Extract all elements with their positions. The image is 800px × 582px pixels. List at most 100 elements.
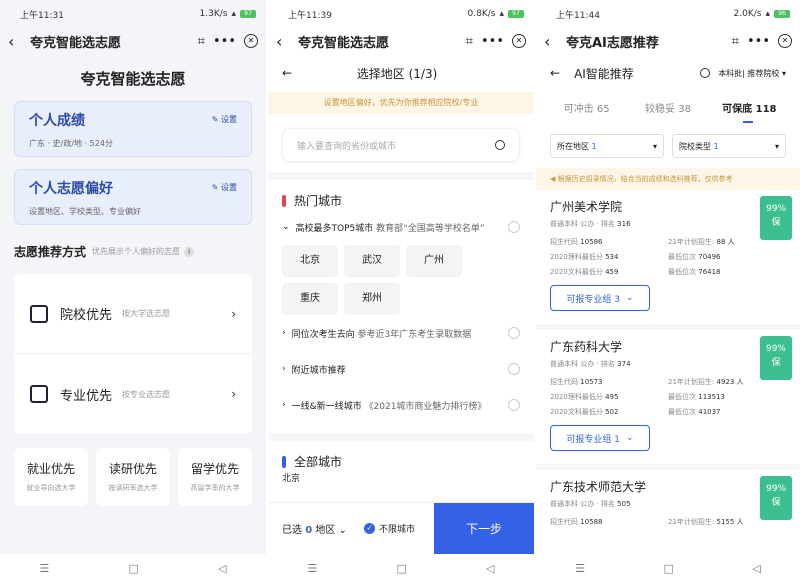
caret-down-icon: ▾ bbox=[652, 141, 657, 151]
app-title: 夸克AI志愿推荐 bbox=[566, 35, 659, 51]
chevron-right-icon: › bbox=[231, 387, 236, 401]
more-icon[interactable]: ••• bbox=[213, 34, 236, 49]
system-navbar: ☰ □ ◁ bbox=[0, 554, 266, 582]
search-input[interactable]: 输入要查询的省份或城市 bbox=[282, 128, 520, 162]
preference-card[interactable]: 个人志愿偏好 设置地区、学校类型、专业偏好 ✎ 设置 bbox=[14, 169, 252, 225]
unlimited-checkbox[interactable]: ✓ 不限城市 bbox=[364, 522, 434, 535]
major-group-button[interactable]: 可报专业组 1 ⌄ bbox=[550, 425, 650, 451]
city-chip[interactable]: 重庆 bbox=[282, 283, 338, 315]
school-type-filter[interactable]: 院校类型 1 ▾ bbox=[672, 134, 786, 158]
battery-icon: 97 bbox=[240, 10, 256, 18]
page-title: 选择地区 (1/3) bbox=[356, 66, 438, 81]
preference-set-button[interactable]: ✎ 设置 bbox=[212, 182, 237, 193]
close-icon[interactable]: ✕ bbox=[778, 34, 792, 48]
chevron-down-icon: ⌄ bbox=[626, 293, 634, 303]
search-icon[interactable] bbox=[700, 68, 711, 78]
back-nav-icon[interactable]: ◁ bbox=[486, 562, 494, 575]
score-set-button[interactable]: ✎ 设置 bbox=[212, 114, 237, 125]
notice-banner: ◀ 根据历史招录情况，结合当前成绩和选科推荐，仅供参考 bbox=[536, 168, 800, 190]
notice-banner: 设置地区偏好，优先为你推荐相应院校/专业 bbox=[268, 92, 534, 114]
city-row-partial[interactable]: 北京 bbox=[268, 470, 534, 484]
chevron-down-icon: ⌄ bbox=[282, 222, 290, 232]
back-nav-icon[interactable]: ◁ bbox=[218, 562, 226, 575]
page-title: 夸克智能选志愿 bbox=[80, 70, 186, 88]
scan-icon[interactable]: ⌗ bbox=[466, 34, 473, 49]
top5-row[interactable]: ⌄ 高校最多TOP5城市 教育部“全国高等学校名单” bbox=[268, 209, 534, 245]
back-nav-icon[interactable]: ◁ bbox=[752, 562, 760, 575]
info-icon[interactable]: i bbox=[184, 246, 195, 257]
menu-icon[interactable]: ☰ bbox=[40, 562, 50, 575]
app-title: 夸克智能选志愿 bbox=[298, 35, 390, 51]
home-icon[interactable]: □ bbox=[396, 562, 406, 575]
nearby-row[interactable]: › 附近城市推荐 bbox=[268, 351, 534, 387]
row-radio[interactable] bbox=[508, 399, 520, 411]
app-title: 夸克智能选志愿 bbox=[30, 35, 122, 51]
menu-icon[interactable]: ☰ bbox=[308, 562, 318, 575]
battery-icon: 97 bbox=[508, 10, 524, 18]
row-radio[interactable] bbox=[508, 327, 520, 339]
wifi-icon: ▴ bbox=[765, 9, 770, 19]
university-card[interactable]: 广州美术学院 普通本科 公办 · 排名 316 招生代码 10586 21年计划… bbox=[536, 190, 800, 330]
scan-icon[interactable]: ⌗ bbox=[732, 34, 739, 49]
option-major-first[interactable]: 专业优先 按专业选志愿 › bbox=[14, 354, 252, 434]
selected-count[interactable]: 已选 0 地区 ⌄ bbox=[268, 521, 364, 536]
arrow-left-icon[interactable]: ← bbox=[282, 66, 292, 80]
speaker-icon: ◀ bbox=[550, 175, 556, 183]
tab-safe[interactable]: 可保底 118 bbox=[709, 100, 790, 123]
preference-card-sub: 设置地区、学校类型、专业偏好 bbox=[29, 207, 141, 216]
tab-bar: 可冲击 65 较稳妥 38 可保底 118 bbox=[536, 92, 800, 123]
university-card[interactable]: 广东药科大学 普通本科 公办 · 排名 374 招生代码 10573 21年计划… bbox=[536, 330, 800, 470]
page-title: AI智能推荐 bbox=[574, 66, 634, 81]
option-employment[interactable]: 就业优先 就业导向选大学 bbox=[14, 448, 88, 506]
more-icon[interactable]: ••• bbox=[747, 34, 770, 49]
close-icon[interactable]: ✕ bbox=[244, 34, 258, 48]
home-icon[interactable]: □ bbox=[128, 562, 138, 575]
menu-icon[interactable]: ☰ bbox=[575, 562, 585, 575]
back-icon[interactable]: ‹ bbox=[8, 32, 26, 51]
score-card[interactable]: 个人成绩 广东 · 史/政/地 · 524分 ✎ 设置 bbox=[14, 101, 252, 157]
screen-preference: 上午11:31 1.3K/s ▴ 97 ‹ 夸克智能选志愿 ⌗ ••• ✕ 夸克… bbox=[0, 0, 266, 582]
tier1-row[interactable]: › 一线&新一线城市 《2021城市商业魅力排行榜》 bbox=[268, 387, 534, 423]
city-chip[interactable]: 北京 bbox=[282, 245, 338, 277]
page-header: ← AI智能推荐 本科批| 推荐院校 ▾ bbox=[536, 54, 800, 92]
network-speed: 0.8K/s bbox=[467, 9, 496, 19]
filter-row: 所在地区 1 ▾ 院校类型 1 ▾ bbox=[536, 134, 800, 158]
wifi-icon: ▴ bbox=[499, 9, 504, 19]
city-chip[interactable]: 郑州 bbox=[344, 283, 400, 315]
network-speed: 2.0K/s bbox=[733, 9, 762, 19]
major-group-button[interactable]: 可报专业组 3 ⌄ bbox=[550, 285, 650, 311]
same-rank-row[interactable]: › 同位次考生去向 参考近3年广东考生录取数据 bbox=[268, 315, 534, 351]
probability-badge: 99% 保 bbox=[760, 476, 792, 520]
option-abroad[interactable]: 留学优先 高留学率的大学 bbox=[178, 448, 252, 506]
status-bar: 上午11:44 2.0K/s ▴ 96 bbox=[536, 0, 800, 28]
system-navbar: ☰ □ ◁ bbox=[268, 554, 534, 582]
wifi-icon: ▴ bbox=[231, 9, 236, 19]
city-chip[interactable]: 广州 bbox=[406, 245, 462, 277]
batch-filter[interactable]: 本科批| 推荐院校 ▾ bbox=[718, 68, 786, 79]
status-bar: 上午11:31 1.3K/s ▴ 97 bbox=[0, 0, 266, 28]
tab-reach[interactable]: 可冲击 65 bbox=[546, 100, 627, 115]
title-bar: ‹ 夸克智能选志愿 ⌗ ••• ✕ bbox=[0, 28, 266, 54]
home-icon[interactable]: □ bbox=[663, 562, 673, 575]
page-header: ← 选择地区 (1/3) bbox=[268, 54, 534, 92]
city-chip[interactable]: 武汉 bbox=[344, 245, 400, 277]
title-bar: ‹ 夸克智能选志愿 ⌗ ••• ✕ bbox=[268, 28, 534, 54]
top5-radio[interactable] bbox=[508, 221, 520, 233]
probability-badge: 99% 保 bbox=[760, 196, 792, 240]
back-icon[interactable]: ‹ bbox=[276, 32, 294, 51]
region-filter[interactable]: 所在地区 1 ▾ bbox=[550, 134, 664, 158]
search-icon[interactable] bbox=[495, 140, 505, 150]
more-icon[interactable]: ••• bbox=[481, 34, 504, 49]
arrow-left-icon[interactable]: ← bbox=[550, 66, 560, 80]
close-icon[interactable]: ✕ bbox=[512, 34, 526, 48]
caret-down-icon: ▾ bbox=[774, 141, 779, 151]
scan-icon[interactable]: ⌗ bbox=[198, 34, 205, 49]
next-button[interactable]: 下一步 bbox=[434, 502, 534, 555]
option-school-first[interactable]: 院校优先 按大学选志愿 › bbox=[14, 274, 252, 354]
back-icon[interactable]: ‹ bbox=[544, 32, 562, 51]
option-graduate[interactable]: 读研优先 按读研率选大学 bbox=[96, 448, 170, 506]
small-options: 就业优先 就业导向选大学 读研优先 按读研率选大学 留学优先 高留学率的大学 bbox=[14, 448, 252, 506]
tab-stable[interactable]: 较稳妥 38 bbox=[627, 100, 708, 115]
status-time: 上午11:31 bbox=[20, 10, 64, 21]
row-radio[interactable] bbox=[508, 363, 520, 375]
